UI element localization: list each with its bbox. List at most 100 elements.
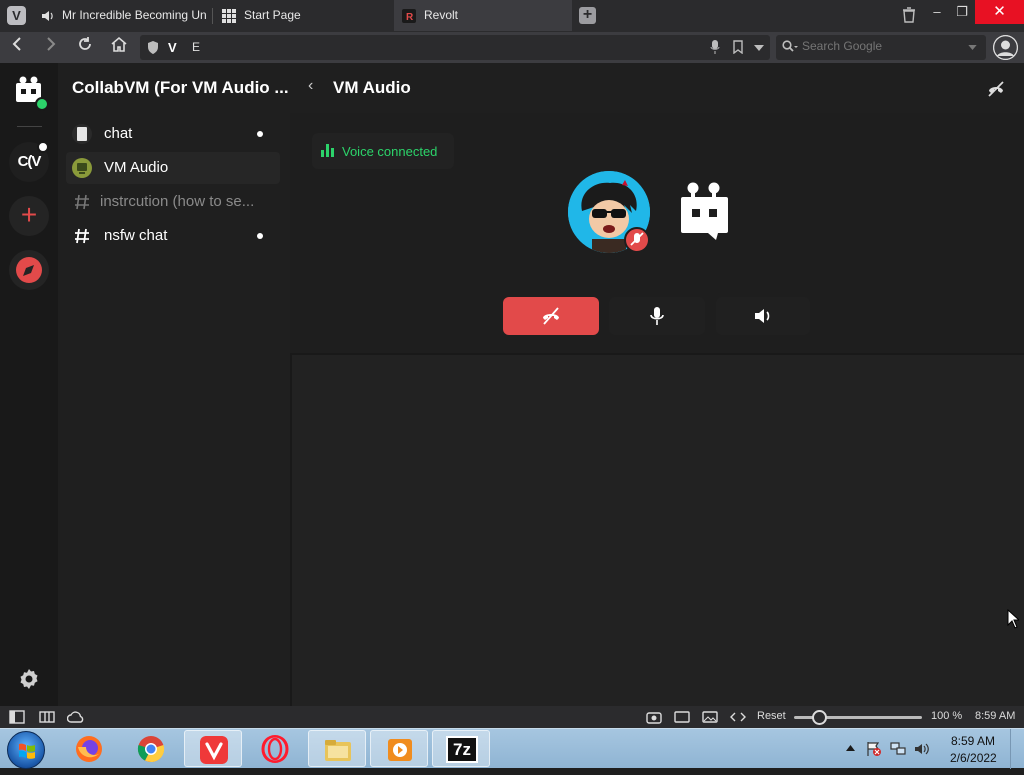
url-field[interactable]: V E [140, 35, 770, 60]
server-collabvm[interactable]: C(V [9, 141, 49, 182]
disconnect-call-button[interactable] [503, 297, 599, 335]
channel-instruction[interactable]: instrcution (how to se... [66, 186, 280, 218]
rail-divider [17, 126, 42, 127]
mic-off-icon [630, 232, 644, 246]
taskbar-chrome[interactable] [122, 730, 180, 767]
camera-icon[interactable] [646, 710, 662, 724]
deafen-button[interactable] [716, 297, 810, 335]
cloud-sync-icon[interactable] [67, 710, 85, 724]
profile-avatar[interactable] [993, 35, 1018, 60]
volume-tray-icon[interactable] [914, 741, 930, 757]
window-icon[interactable] [674, 710, 690, 724]
network-icon[interactable] [890, 741, 906, 757]
minimize-button[interactable]: – [925, 0, 949, 24]
back-chevron-icon[interactable]: ‹ [308, 77, 313, 95]
main-voice-view: ‹ VM Audio Voice connected [290, 63, 1024, 706]
taskbar-clock-date[interactable]: 2/6/2022 [950, 751, 997, 765]
tab-revolt[interactable]: R Revolt [394, 0, 572, 31]
file-explorer-icon [325, 740, 351, 761]
chevron-right-icon [47, 37, 56, 51]
gear-icon [20, 669, 38, 689]
voice-channel-image-icon [72, 158, 92, 178]
tray-expand-icon[interactable] [846, 745, 855, 751]
chat-area [292, 355, 1024, 706]
media-player-icon [388, 739, 412, 761]
channel-label: instrcution (how to se... [100, 193, 255, 210]
restore-button[interactable]: ❐ [950, 0, 974, 24]
hash-icon [75, 194, 89, 210]
close-window-button[interactable]: ✕ [975, 0, 1024, 24]
discover-button[interactable] [9, 250, 49, 290]
taskbar-7zip[interactable]: 7z [432, 730, 490, 767]
tab-start-page[interactable]: Start Page [214, 0, 394, 31]
panel-toggle-icon[interactable] [9, 710, 25, 724]
svg-text:R: R [406, 12, 414, 23]
channel-label: VM Audio [104, 159, 169, 176]
taskbar-file-explorer[interactable] [308, 730, 366, 767]
show-desktop-button[interactable] [1010, 729, 1024, 769]
unread-dot [257, 233, 263, 239]
7zip-icon: 7z [446, 736, 478, 763]
mute-microphone-button[interactable] [609, 297, 705, 335]
user-icon [993, 35, 1018, 60]
search-field[interactable] [776, 35, 986, 60]
status-clock: 8:59 AM [975, 710, 1016, 722]
add-server-button[interactable]: + [9, 196, 49, 236]
back-button[interactable] [6, 36, 28, 58]
phone-hangup-icon [543, 307, 559, 325]
taskbar-media-player[interactable] [370, 730, 428, 767]
tab-title: Revolt [424, 8, 459, 22]
settings-button[interactable] [17, 667, 41, 691]
taskbar-opera[interactable] [246, 730, 304, 767]
new-tab-button[interactable]: + [579, 7, 596, 24]
bookmark-icon[interactable] [733, 40, 743, 54]
zoom-reset-button[interactable]: Reset [757, 710, 786, 722]
opera-icon [261, 735, 289, 763]
muted-badge [624, 227, 650, 253]
zoom-level: 100 % [931, 710, 963, 722]
shield-icon[interactable] [146, 40, 160, 55]
compass-icon [16, 257, 42, 283]
tab-title: Mr Incredible Becoming Un [62, 8, 207, 22]
search-engine-dropdown-icon[interactable] [968, 45, 977, 50]
image-icon[interactable] [702, 710, 718, 724]
action-center-flag-icon[interactable] [866, 741, 882, 757]
reload-button[interactable] [74, 36, 96, 58]
chrome-icon [137, 736, 165, 763]
phone-off-icon[interactable] [986, 79, 1006, 99]
unread-dot [257, 131, 263, 137]
vivaldi-icon [200, 736, 228, 764]
channel-chat[interactable]: chat [66, 118, 280, 150]
channel-nsfw-chat[interactable]: nsfw chat [66, 220, 280, 252]
forward-button[interactable] [40, 36, 62, 58]
microphone-icon[interactable] [710, 40, 720, 55]
tab-title: Start Page [244, 8, 301, 22]
taskbar-firefox[interactable] [60, 730, 118, 767]
windows-logo-icon [19, 743, 35, 759]
tab-tiling-icon[interactable] [39, 710, 55, 724]
dropdown-arrow-icon[interactable] [754, 45, 764, 51]
voice-status-badge: Voice connected [312, 133, 454, 169]
taskbar-vivaldi[interactable] [184, 730, 242, 767]
tab-separator [212, 8, 213, 24]
taskbar-clock-time[interactable]: 8:59 AM [951, 734, 995, 748]
server-header[interactable]: CollabVM (For VM Audio ... [58, 63, 290, 111]
speaker-icon[interactable] [40, 9, 54, 23]
participant-avatar-bot[interactable] [678, 179, 732, 241]
code-icon[interactable] [730, 710, 746, 724]
home-server-button[interactable] [9, 71, 49, 111]
zoom-slider-handle[interactable] [812, 710, 827, 725]
url-text: E [192, 40, 201, 54]
browser-tab-bar: V Mr Incredible Becoming Un Start Page R… [0, 0, 1024, 32]
firefox-icon [76, 736, 102, 762]
channel-sidebar: CollabVM (For VM Audio ... chat VM Audio… [58, 63, 290, 706]
channel-vm-audio[interactable]: VM Audio [66, 152, 280, 184]
reload-icon [79, 37, 91, 50]
server-rail: C(V + [0, 63, 58, 706]
vivaldi-menu-icon[interactable]: V [7, 6, 26, 25]
search-input[interactable] [802, 39, 962, 53]
start-button[interactable] [7, 731, 45, 769]
tab-mr-incredible[interactable]: Mr Incredible Becoming Un [32, 0, 210, 31]
home-button[interactable] [108, 36, 130, 58]
trash-icon[interactable] [902, 7, 916, 23]
